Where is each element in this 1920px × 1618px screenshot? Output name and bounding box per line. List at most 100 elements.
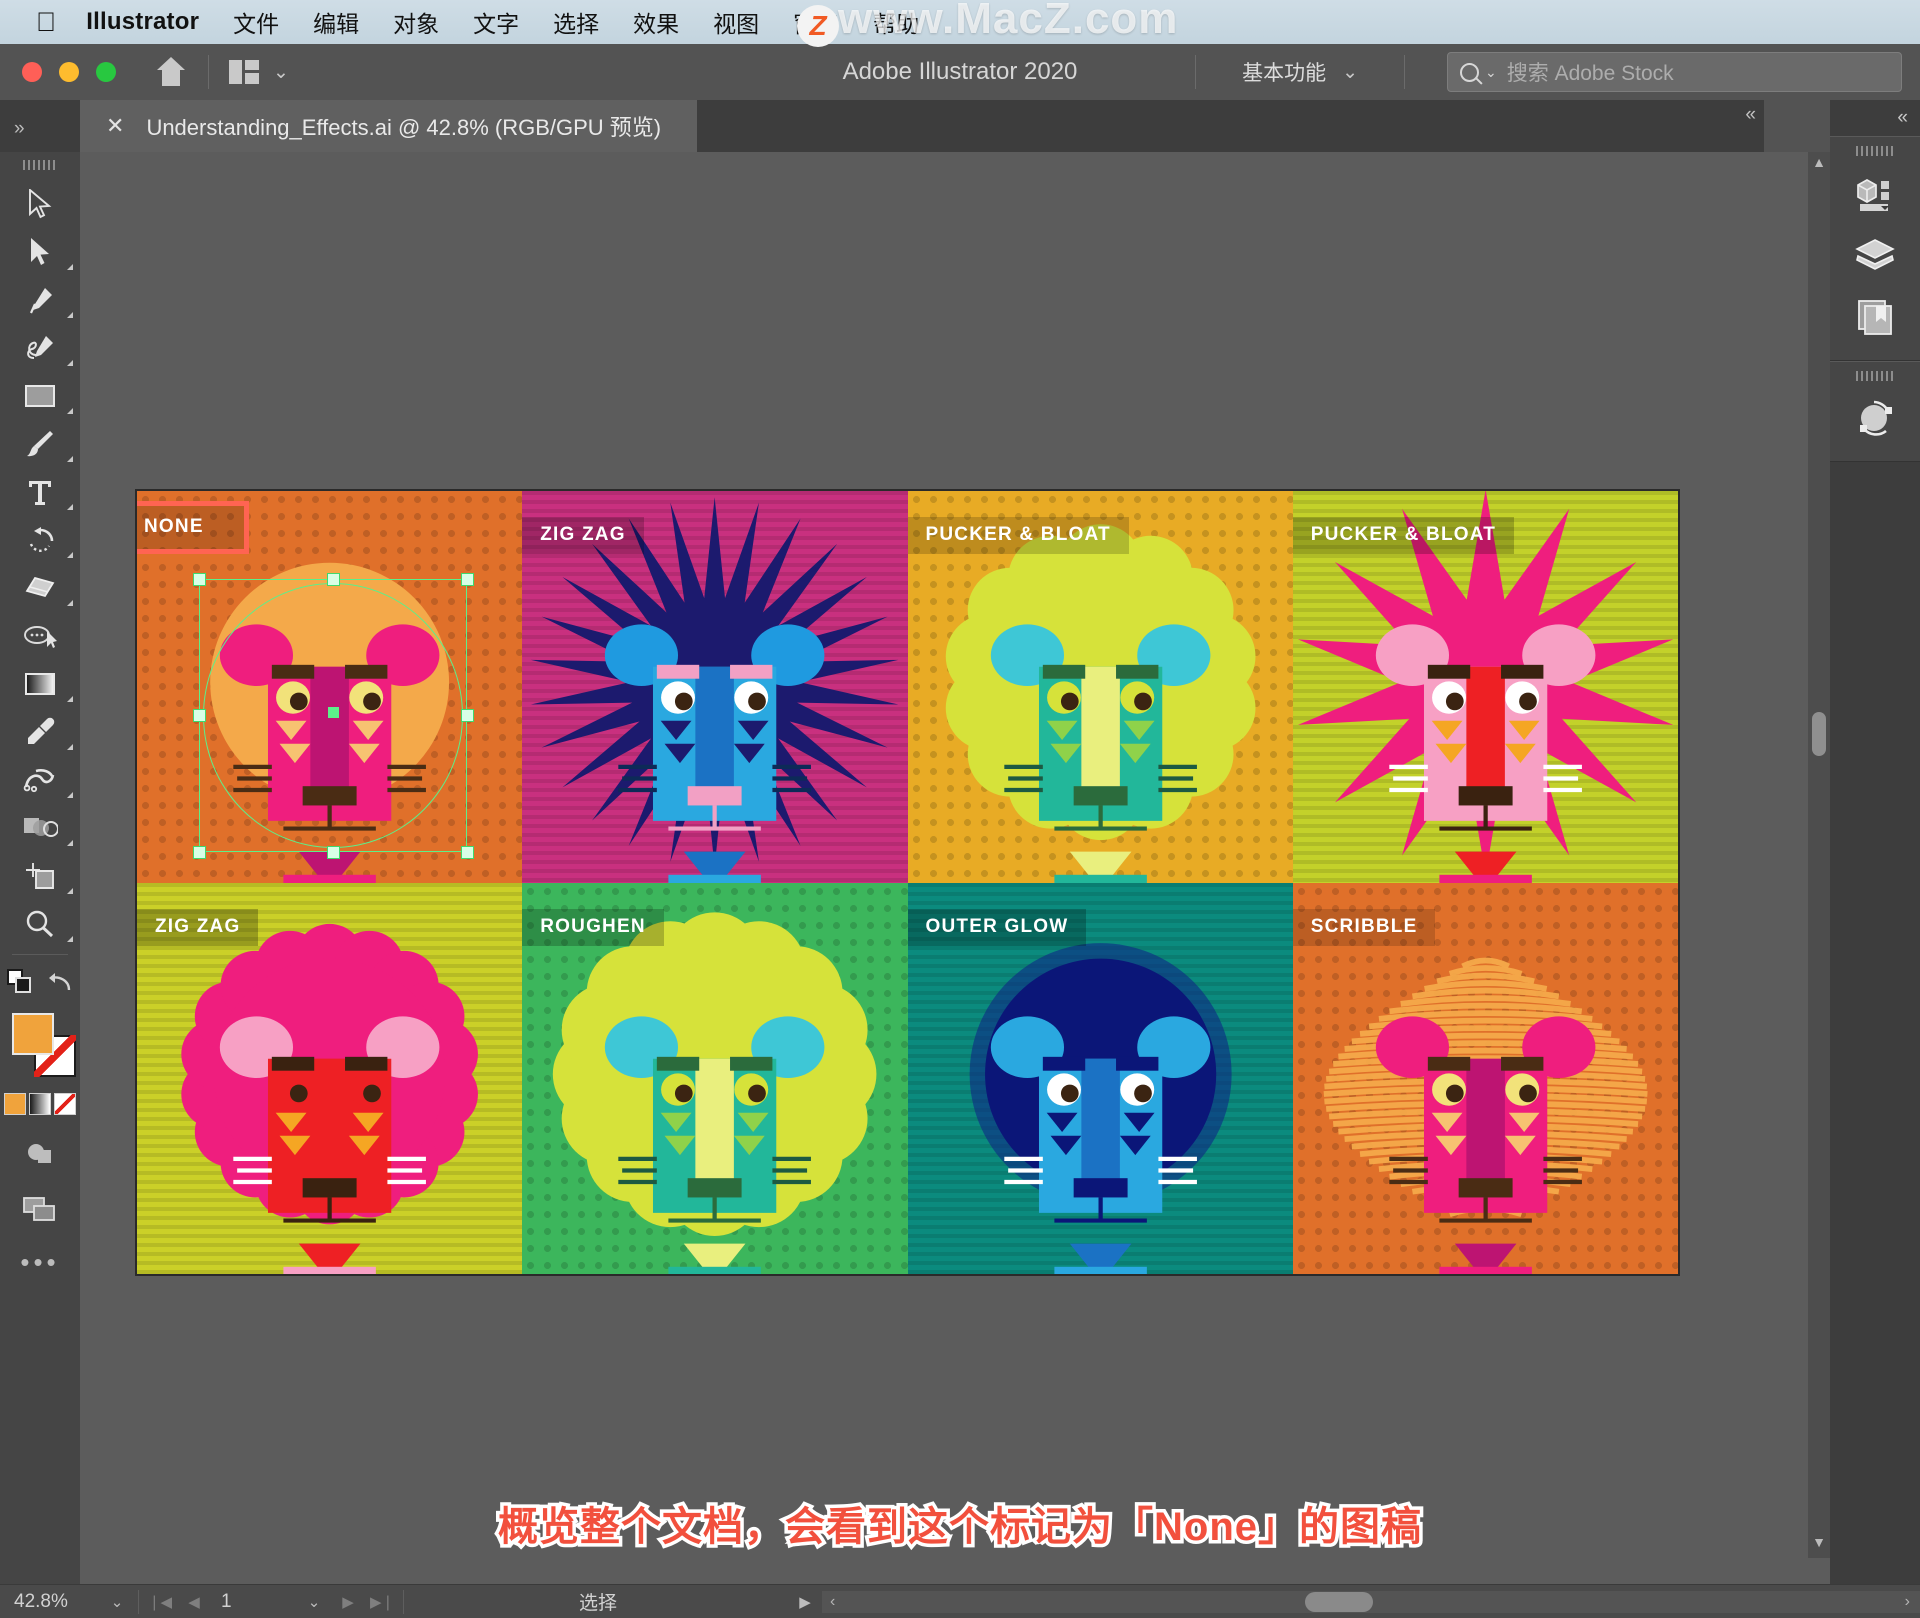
maximize-window-button[interactable] — [96, 62, 116, 82]
vertical-scroll-thumb[interactable] — [1812, 712, 1826, 756]
flyout-indicator-icon[interactable] — [67, 744, 73, 750]
workspace-switcher[interactable]: 基本功能 ⌄ — [1216, 57, 1384, 87]
tool-paintbrush[interactable] — [0, 420, 80, 468]
tool-type[interactable] — [0, 468, 80, 516]
tools-panel-grip[interactable] — [23, 160, 57, 170]
gradient-swatch-icon[interactable] — [29, 1093, 51, 1115]
tool-zoom[interactable] — [0, 900, 80, 948]
menu-item-effect[interactable]: 效果 — [633, 5, 679, 39]
menu-item-select[interactable]: 选择 — [553, 5, 599, 39]
artboard-number-field[interactable]: 1 — [211, 1591, 297, 1613]
flyout-indicator-icon[interactable] — [67, 408, 73, 414]
tool-width-warp[interactable] — [0, 756, 80, 804]
panel-group-grip[interactable] — [1856, 371, 1894, 381]
flyout-indicator-icon[interactable] — [67, 840, 73, 846]
flyout-indicator-icon[interactable] — [67, 600, 73, 606]
artboard-cell-4[interactable]: ZIG ZAG — [137, 883, 522, 1275]
status-menu-icon[interactable]: ▶ — [788, 1593, 822, 1611]
selection-handle[interactable] — [461, 846, 474, 859]
selection-handle[interactable] — [193, 709, 206, 722]
tool-curvature[interactable] — [0, 324, 80, 372]
zoom-level-field[interactable]: 42.8% — [0, 1591, 100, 1613]
artboard[interactable]: NONEZIG ZAGPUCKER & BLOATPUCKER & BLOATZ… — [135, 489, 1680, 1276]
tool-rotate[interactable] — [0, 516, 80, 564]
chevron-down-icon[interactable]: ⌄ — [1485, 64, 1497, 81]
menu-item-help[interactable]: 帮助 — [873, 5, 919, 39]
menu-item-view[interactable]: 视图 — [713, 5, 759, 39]
artboard-cell-2[interactable]: PUCKER & BLOAT — [908, 491, 1293, 883]
selection-handle[interactable] — [461, 573, 474, 586]
shape-recolor-panel-icon[interactable] — [1830, 387, 1920, 449]
flyout-indicator-icon[interactable] — [67, 792, 73, 798]
menu-item-type[interactable]: 文字 — [473, 5, 519, 39]
menu-app-name[interactable]: Illustrator — [86, 8, 199, 36]
screen-mode-button[interactable] — [0, 1185, 80, 1233]
edit-toolbar-button[interactable]: ••• — [0, 1247, 80, 1278]
artboard-cell-5[interactable]: ROUGHEN — [522, 883, 907, 1275]
tool-artboard[interactable] — [0, 852, 80, 900]
artboard-cell-6[interactable]: OUTER GLOW — [908, 883, 1293, 1275]
color-mode-row[interactable] — [0, 1093, 80, 1115]
dock-collapse-button[interactable]: « — [1830, 100, 1920, 136]
scroll-up-icon[interactable]: ▲ — [1808, 154, 1830, 176]
tool-shape-builder[interactable] — [0, 804, 80, 852]
layers-panel-icon[interactable] — [1830, 224, 1920, 286]
document-canvas[interactable]: NONEZIG ZAGPUCKER & BLOATPUCKER & BLOATZ… — [80, 152, 1830, 1584]
close-icon[interactable]: ✕ — [106, 113, 124, 139]
close-window-button[interactable] — [22, 62, 42, 82]
selection-handle[interactable] — [193, 846, 206, 859]
scroll-left-icon[interactable]: ‹ — [830, 1593, 835, 1611]
flyout-indicator-icon[interactable] — [67, 888, 73, 894]
tool-rectangle[interactable] — [0, 372, 80, 420]
flyout-indicator-icon[interactable] — [67, 696, 73, 702]
tool-selection[interactable] — [0, 180, 80, 228]
panel-group-grip[interactable] — [1856, 146, 1894, 156]
search-adobe-stock-input[interactable]: ⌄ 搜索 Adobe Stock — [1447, 52, 1902, 92]
selection-handle[interactable] — [461, 709, 474, 722]
home-icon[interactable] — [154, 57, 188, 87]
panel-collapse-icon[interactable]: « — [1745, 104, 1756, 126]
horizontal-scrollbar[interactable]: ‹ › — [822, 1591, 1920, 1613]
next-artboard-button[interactable]: ▶ — [331, 1593, 365, 1611]
document-tab[interactable]: ✕ Understanding_Effects.ai @ 42.8% (RGB/… — [80, 100, 697, 152]
artboard-cell-3[interactable]: PUCKER & BLOAT — [1293, 491, 1678, 883]
color-swatch-icon[interactable] — [4, 1093, 26, 1115]
menu-item-edit[interactable]: 编辑 — [313, 5, 359, 39]
artboard-cell-7[interactable]: SCRIBBLE — [1293, 883, 1678, 1275]
drawing-modes-button[interactable] — [0, 1129, 80, 1177]
artboard-dropdown-icon[interactable]: ⌄ — [297, 1593, 331, 1611]
flyout-indicator-icon[interactable] — [67, 504, 73, 510]
tool-pen[interactable] — [0, 276, 80, 324]
selection-handle[interactable] — [327, 573, 340, 586]
previous-artboard-button[interactable]: ◀ — [177, 1593, 211, 1611]
none-swatch-icon[interactable] — [54, 1093, 76, 1115]
tool-gradient[interactable] — [0, 660, 80, 708]
first-artboard-button[interactable]: ❘◀ — [143, 1593, 177, 1611]
zoom-dropdown-icon[interactable]: ⌄ — [100, 1593, 134, 1611]
minimize-window-button[interactable] — [59, 62, 79, 82]
apple-logo-icon[interactable]:  — [36, 9, 56, 36]
tool-eraser[interactable] — [0, 564, 80, 612]
collapse-panel-icon[interactable]: » — [14, 118, 25, 140]
selection-handle[interactable] — [327, 846, 340, 859]
flyout-indicator-icon[interactable] — [67, 264, 73, 270]
fill-swatch[interactable] — [12, 1013, 54, 1055]
scroll-right-icon[interactable]: › — [1905, 1593, 1910, 1611]
flyout-indicator-icon[interactable] — [67, 312, 73, 318]
arrange-documents-button[interactable]: ⌄ — [229, 60, 289, 84]
menu-item-file[interactable]: 文件 — [233, 5, 279, 39]
window-controls[interactable] — [22, 62, 116, 82]
flyout-indicator-icon[interactable] — [67, 936, 73, 942]
tool-eyedropper[interactable] — [0, 708, 80, 756]
artboard-cell-1[interactable]: ZIG ZAG — [522, 491, 907, 883]
menu-item-object[interactable]: 对象 — [393, 5, 439, 39]
tool-direct-selection[interactable] — [0, 228, 80, 276]
fill-stroke-swatches[interactable] — [0, 1009, 80, 1085]
libraries-panel-icon[interactable] — [1830, 286, 1920, 348]
vertical-scrollbar[interactable]: ▲ ▼ — [1808, 152, 1830, 1558]
flyout-indicator-icon[interactable] — [67, 456, 73, 462]
flyout-indicator-icon[interactable] — [67, 360, 73, 366]
selection-handle[interactable] — [193, 573, 206, 586]
flyout-indicator-icon[interactable] — [67, 552, 73, 558]
tool-lasso-select[interactable] — [0, 612, 80, 660]
